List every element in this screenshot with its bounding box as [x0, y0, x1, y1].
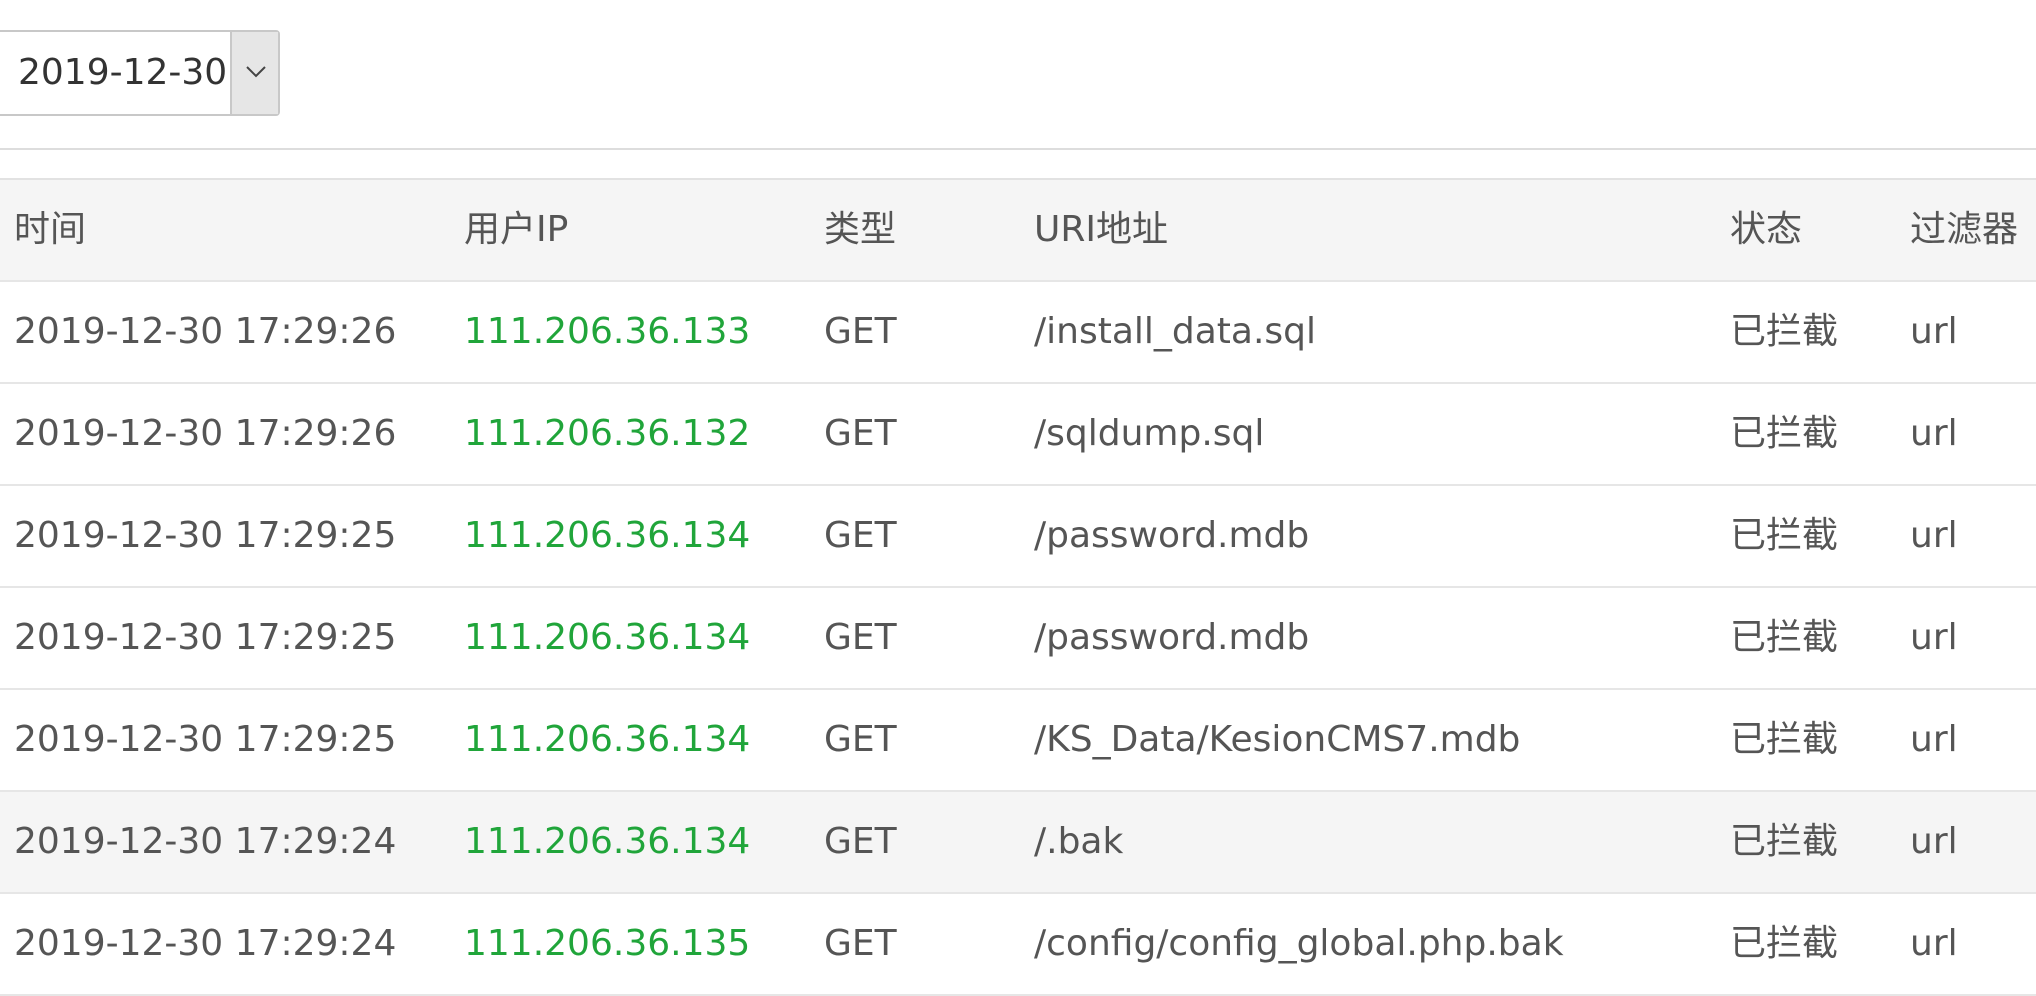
- cell-type: GET: [824, 413, 897, 454]
- cell-status: 已拦截: [1730, 413, 1839, 454]
- cell-status: 已拦截: [1730, 821, 1839, 862]
- cell-ip-link[interactable]: 111.206.36.134: [464, 690, 750, 790]
- cell-status: 已拦截: [1730, 515, 1839, 556]
- cell-uri: /config/config_global.php.bak: [1034, 923, 1564, 964]
- column-header-time[interactable]: 时间: [14, 180, 86, 280]
- cell-type: GET: [824, 617, 897, 658]
- cell-ip-link[interactable]: 111.206.36.134: [464, 486, 750, 586]
- table-row[interactable]: 2019-12-30 17:29:25 111.206.36.134 GET /…: [0, 690, 2036, 792]
- cell-time: 2019-12-30 17:29:25: [14, 515, 397, 556]
- column-header-uri[interactable]: URI地址: [1034, 180, 1168, 280]
- chevron-down-icon: [246, 66, 266, 78]
- table-row[interactable]: 2019-12-30 17:29:24 111.206.36.134 GET /…: [0, 792, 2036, 894]
- column-header-filter[interactable]: 过滤器: [1910, 180, 2018, 280]
- cell-ip-link[interactable]: 111.206.36.132: [464, 384, 750, 484]
- cell-type: GET: [824, 923, 897, 964]
- cell-uri: /password.mdb: [1034, 617, 1310, 658]
- cell-time: 2019-12-30 17:29:25: [14, 719, 397, 760]
- cell-status: 已拦截: [1730, 617, 1839, 658]
- cell-filter: url: [1910, 413, 1958, 454]
- cell-filter: url: [1910, 311, 1958, 352]
- log-table: 时间 用户IP 类型 URI地址 状态 过滤器 2019-12-30 17:29…: [0, 178, 2036, 996]
- cell-ip-link[interactable]: 111.206.36.134: [464, 588, 750, 688]
- cell-time: 2019-12-30 17:29:24: [14, 923, 397, 964]
- cell-status: 已拦截: [1730, 311, 1839, 352]
- cell-type: GET: [824, 311, 897, 352]
- date-select-value: 2019-12-30: [18, 52, 228, 93]
- cell-filter: url: [1910, 719, 1958, 760]
- cell-ip-link[interactable]: 111.206.36.134: [464, 792, 750, 892]
- cell-type: GET: [824, 719, 897, 760]
- cell-filter: url: [1910, 515, 1958, 556]
- table-row[interactable]: 2019-12-30 17:29:26 111.206.36.132 GET /…: [0, 384, 2036, 486]
- cell-filter: url: [1910, 821, 1958, 862]
- cell-time: 2019-12-30 17:29:25: [14, 617, 397, 658]
- cell-uri: /sqldump.sql: [1034, 413, 1265, 454]
- cell-uri: /password.mdb: [1034, 515, 1310, 556]
- toolbar: 2019-12-30: [0, 0, 2036, 150]
- cell-status: 已拦截: [1730, 719, 1839, 760]
- column-header-status[interactable]: 状态: [1730, 180, 1802, 280]
- cell-type: GET: [824, 515, 897, 556]
- table-row[interactable]: 2019-12-30 17:29:24 111.206.36.135 GET /…: [0, 894, 2036, 996]
- cell-uri: /KS_Data/KesionCMS7.mdb: [1034, 719, 1521, 760]
- cell-ip-link[interactable]: 111.206.36.133: [464, 282, 750, 382]
- table-row[interactable]: 2019-12-30 17:29:25 111.206.36.134 GET /…: [0, 486, 2036, 588]
- cell-time: 2019-12-30 17:29:26: [14, 311, 397, 352]
- date-select[interactable]: 2019-12-30: [0, 30, 280, 116]
- column-header-ip[interactable]: 用户IP: [464, 180, 568, 280]
- table-row[interactable]: 2019-12-30 17:29:26 111.206.36.133 GET /…: [0, 282, 2036, 384]
- cell-filter: url: [1910, 617, 1958, 658]
- cell-time: 2019-12-30 17:29:26: [14, 413, 397, 454]
- date-select-toggle[interactable]: [230, 32, 278, 114]
- cell-uri: /.bak: [1034, 821, 1124, 862]
- cell-type: GET: [824, 821, 897, 862]
- table-row[interactable]: 2019-12-30 17:29:25 111.206.36.134 GET /…: [0, 588, 2036, 690]
- cell-time: 2019-12-30 17:29:24: [14, 821, 397, 862]
- cell-status: 已拦截: [1730, 923, 1839, 964]
- cell-uri: /install_data.sql: [1034, 311, 1317, 352]
- cell-ip-link[interactable]: 111.206.36.135: [464, 894, 750, 994]
- column-header-type[interactable]: 类型: [824, 180, 896, 280]
- table-header: 时间 用户IP 类型 URI地址 状态 过滤器: [0, 180, 2036, 282]
- cell-filter: url: [1910, 923, 1958, 964]
